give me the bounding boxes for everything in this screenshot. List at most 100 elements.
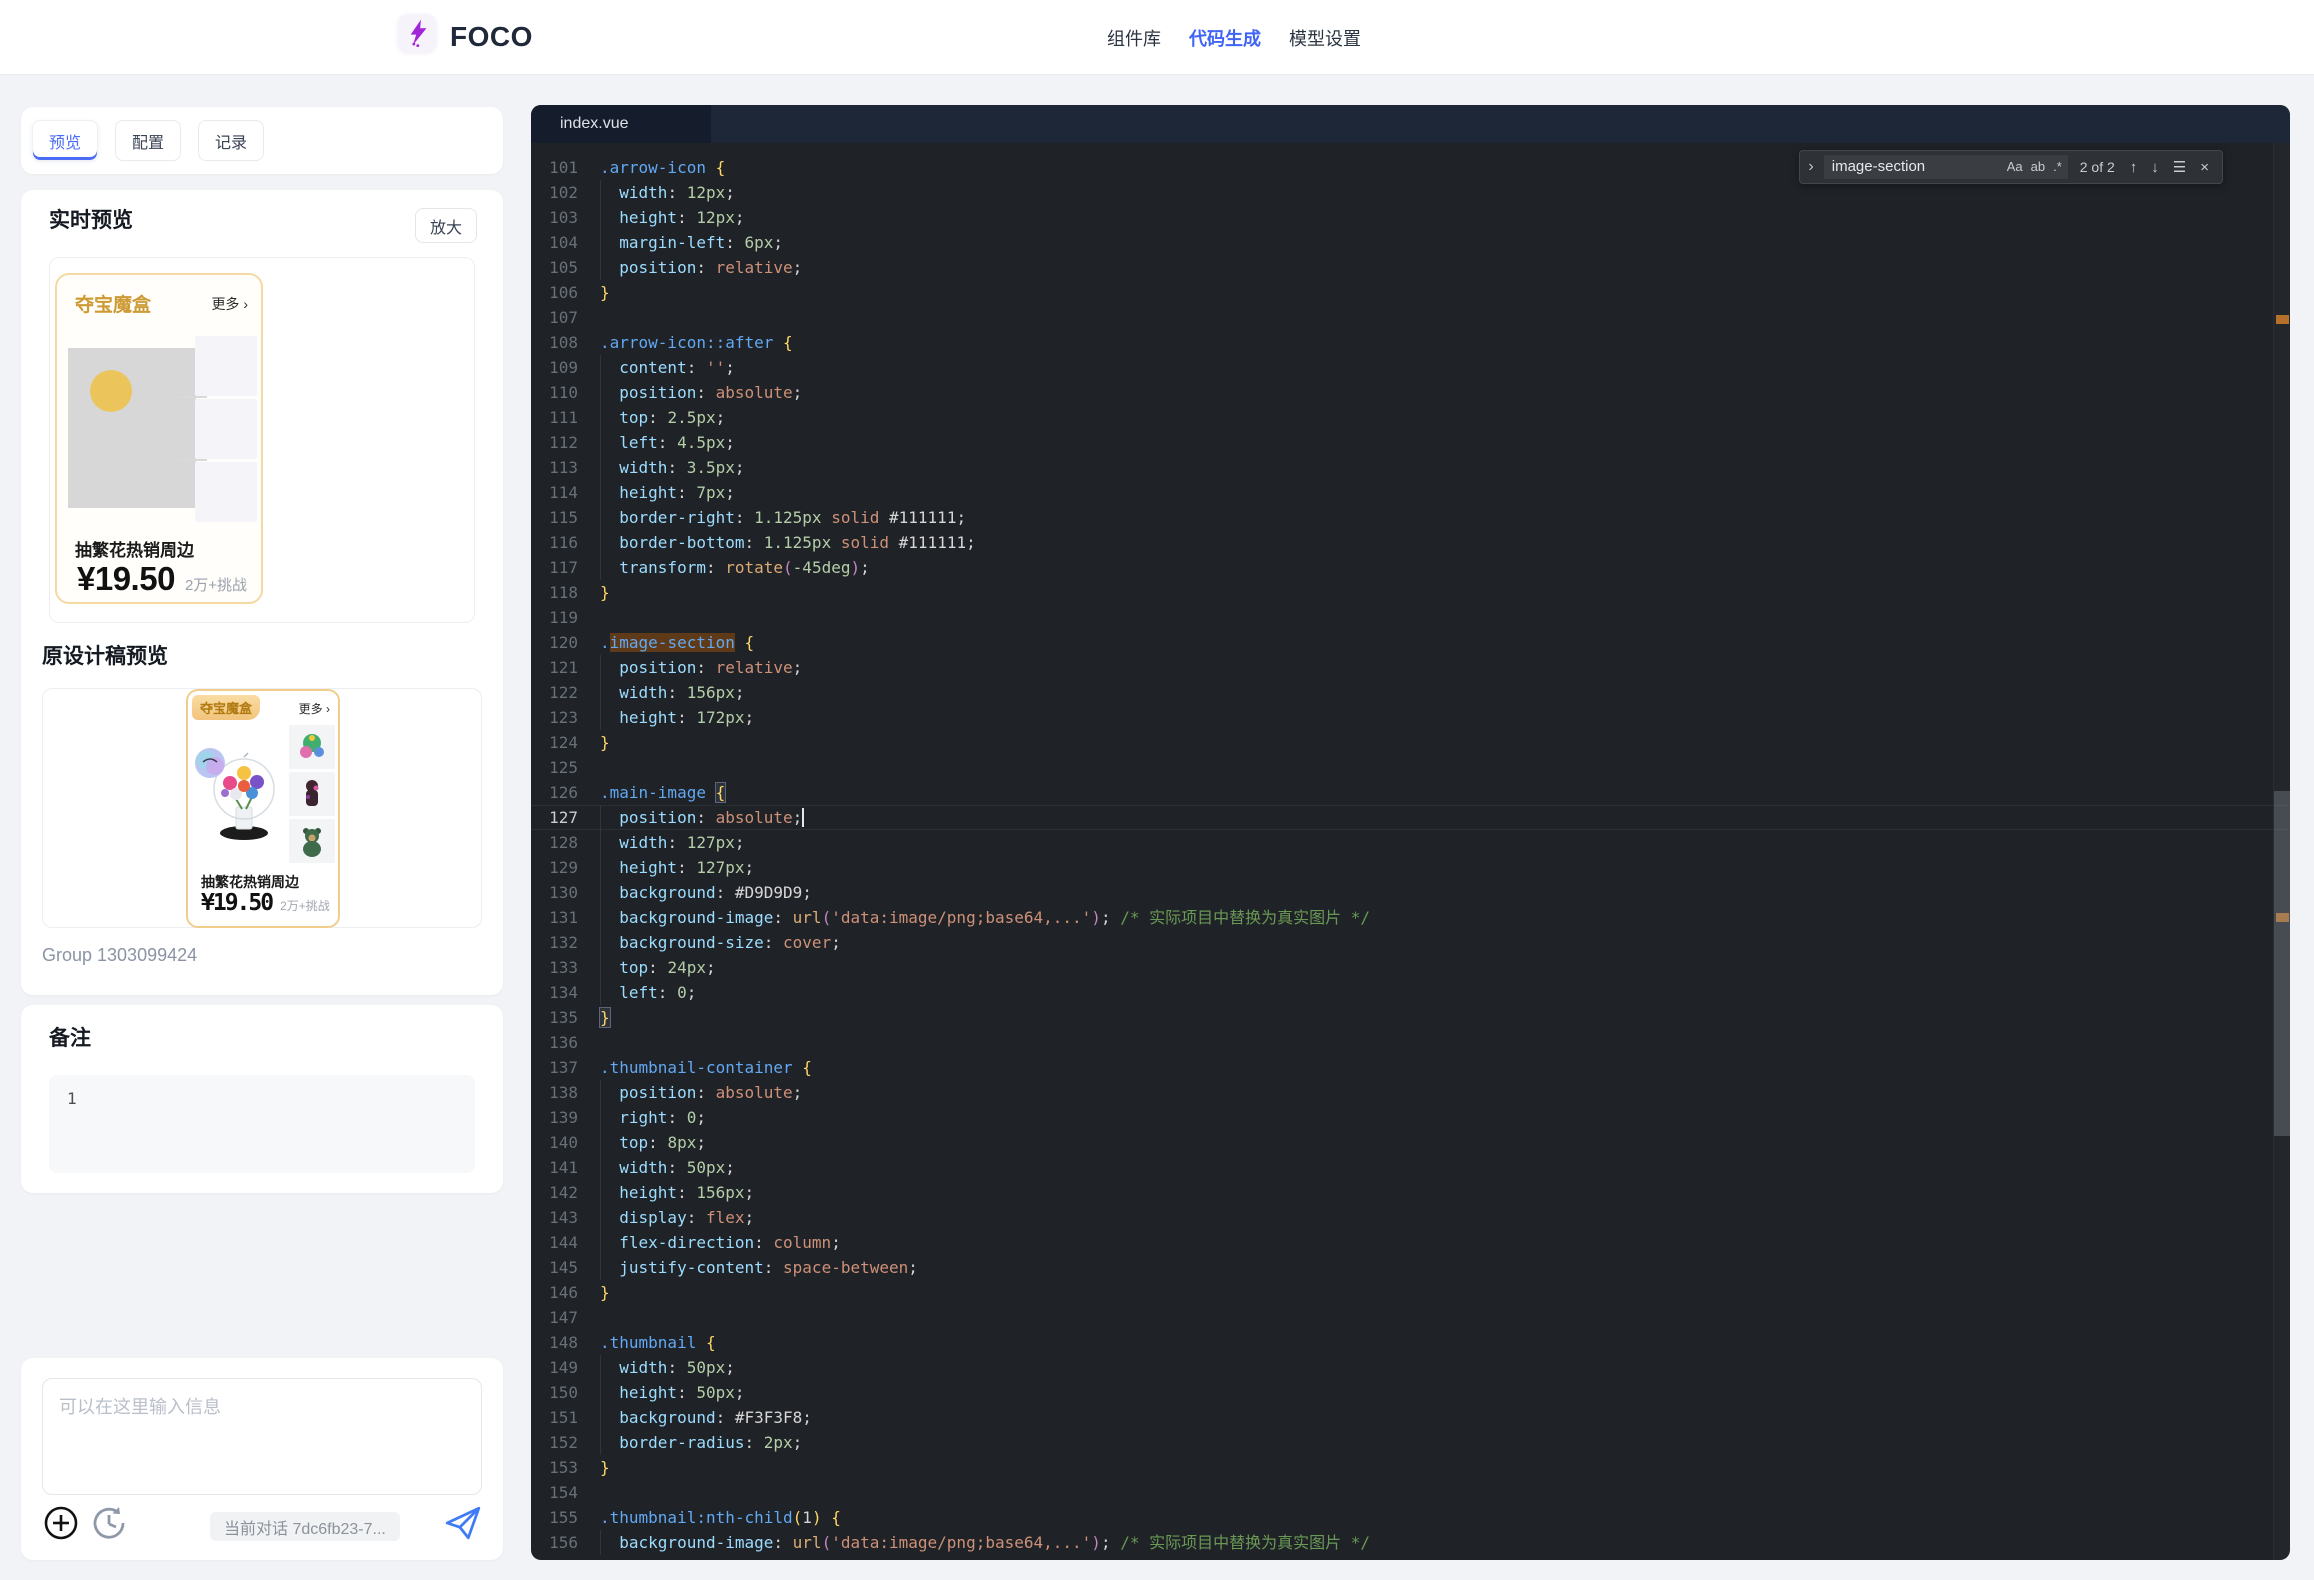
code-line[interactable]: 124}: [531, 730, 2290, 755]
code-line[interactable]: 106}: [531, 280, 2290, 305]
code-line[interactable]: 118}: [531, 580, 2290, 605]
code-line[interactable]: 141 width: 50px;: [531, 1155, 2290, 1180]
find-next-icon[interactable]: ↓: [2148, 159, 2162, 176]
code-line[interactable]: 125: [531, 755, 2290, 780]
code-line[interactable]: 144 flex-direction: column;: [531, 1230, 2290, 1255]
scrollbar-thumb[interactable]: [2274, 791, 2290, 1136]
code-area[interactable]: 101 .arrow-icon {102 width: 12px; 103 heig…: [531, 143, 2290, 1560]
line-text: width: 127px;: [619, 833, 745, 852]
code-line[interactable]: 145 justify-content: space-between;: [531, 1255, 2290, 1280]
find-in-selection-icon[interactable]: ☰: [2170, 158, 2189, 176]
code-line[interactable]: 131 background-image: url('data:image/pn…: [531, 905, 2290, 930]
code-line[interactable]: 120 .image-section {: [531, 630, 2290, 655]
line-text: margin-left: 6px;: [619, 233, 784, 252]
code-line[interactable]: 130 background: #D9D9D9;: [531, 880, 2290, 905]
sidebar-tabs-card: 预览 配置 记录: [21, 107, 503, 174]
code-line[interactable]: 156 background-image: url('data:image/pn…: [531, 1530, 2290, 1555]
code-line[interactable]: 111 top: 2.5px;: [531, 405, 2290, 430]
code-line[interactable]: 146}: [531, 1280, 2290, 1305]
code-line[interactable]: 112 left: 4.5px;: [531, 430, 2290, 455]
whole-word-icon[interactable]: ab: [2030, 155, 2046, 179]
code-line[interactable]: 135}: [531, 1005, 2290, 1030]
code-line[interactable]: 113 width: 3.5px;: [531, 455, 2290, 480]
price-row: ¥19.50 2万+挑战: [77, 560, 247, 598]
add-attachment-button[interactable]: [42, 1504, 80, 1542]
code-line[interactable]: 154: [531, 1480, 2290, 1505]
find-previous-icon[interactable]: ↑: [2127, 159, 2141, 176]
design-preview-image: 夺宝魔盒 更多 › 抽繁花热销周边 ¥19.50 2万+挑战: [186, 689, 340, 928]
code-line[interactable]: 136: [531, 1030, 2290, 1055]
line-number: 116: [549, 533, 578, 552]
code-line[interactable]: 140 top: 8px;: [531, 1130, 2290, 1155]
code-line[interactable]: 114 height: 7px;: [531, 480, 2290, 505]
notes-textarea[interactable]: 1: [49, 1075, 475, 1173]
code-line[interactable]: 147: [531, 1305, 2290, 1330]
nav-code-generation[interactable]: 代码生成: [1189, 25, 1261, 51]
code-line[interactable]: 132 background-size: cover;: [531, 930, 2290, 955]
line-text: .thumbnail-container {: [600, 1058, 812, 1077]
live-preview-component[interactable]: 夺宝魔盒 更多 › 抽繁花热销周边 ¥19.50 2万+挑战: [55, 273, 263, 604]
code-line[interactable]: 117 transform: rotate(-45deg);: [531, 555, 2290, 580]
tab-config[interactable]: 配置: [115, 120, 181, 161]
line-number: 132: [549, 933, 578, 952]
match-case-icon[interactable]: Aa: [2007, 155, 2023, 179]
code-line[interactable]: 119: [531, 605, 2290, 630]
line-text: display: flex;: [619, 1208, 755, 1227]
code-line[interactable]: 108 .arrow-icon::after {: [531, 330, 2290, 355]
code-line[interactable]: 134 left: 0;: [531, 980, 2290, 1005]
send-button[interactable]: [444, 1504, 482, 1542]
code-line[interactable]: 155 .thumbnail:nth-child(1) {: [531, 1505, 2290, 1530]
code-line[interactable]: 152 border-radius: 2px;: [531, 1430, 2290, 1455]
line-number: 112: [549, 433, 578, 452]
close-find-icon[interactable]: ×: [2197, 159, 2212, 176]
line-number: 114: [549, 483, 578, 502]
code-line[interactable]: 110 position: absolute;: [531, 380, 2290, 405]
code-line[interactable]: 121 position: relative;: [531, 655, 2290, 680]
line-number: 113: [549, 458, 578, 477]
code-line[interactable]: 123 height: 172px;: [531, 705, 2290, 730]
foco-logo-icon[interactable]: [398, 14, 436, 52]
code-line[interactable]: 150 height: 50px;: [531, 1380, 2290, 1405]
code-line[interactable]: 103 height: 12px;: [531, 205, 2290, 230]
code-line[interactable]: 133 top: 24px;: [531, 955, 2290, 980]
nav-component-library[interactable]: 组件库: [1107, 25, 1161, 51]
code-line[interactable]: 151 background: #F3F3F8;: [531, 1405, 2290, 1430]
code-line[interactable]: 143 display: flex;: [531, 1205, 2290, 1230]
chat-message-input[interactable]: [42, 1378, 482, 1495]
code-line[interactable]: 109 content: '';: [531, 355, 2290, 380]
editor-tab-index-vue[interactable]: index.vue: [531, 105, 711, 143]
code-line[interactable]: 139 right: 0;: [531, 1105, 2290, 1130]
tab-history[interactable]: 记录: [198, 120, 264, 161]
code-line[interactable]: 104 margin-left: 6px;: [531, 230, 2290, 255]
line-number: 124: [549, 733, 578, 752]
code-line[interactable]: 148 .thumbnail {: [531, 1330, 2290, 1355]
code-line[interactable]: 122 width: 156px;: [531, 680, 2290, 705]
code-line[interactable]: 138 position: absolute;: [531, 1080, 2290, 1105]
toggle-replace-chevron-icon[interactable]: ›: [1806, 158, 1815, 176]
tab-preview[interactable]: 预览: [32, 120, 98, 161]
history-button[interactable]: [90, 1504, 128, 1542]
line-text: height: 7px;: [619, 483, 735, 502]
find-input[interactable]: image-section Aa ab .*: [1823, 155, 2068, 179]
nav-model-settings[interactable]: 模型设置: [1289, 25, 1361, 51]
code-line[interactable]: 142 height: 156px;: [531, 1180, 2290, 1205]
search-match-marker: [2276, 315, 2289, 324]
code-line[interactable]: 116 border-bottom: 1.125px solid #111111…: [531, 530, 2290, 555]
code-line[interactable]: 107: [531, 305, 2290, 330]
code-line[interactable]: 153}: [531, 1455, 2290, 1480]
code-line[interactable]: 126 .main-image {: [531, 780, 2290, 805]
enlarge-button[interactable]: 放大: [415, 208, 477, 243]
regex-icon[interactable]: .*: [2053, 155, 2062, 179]
notes-content: 1: [67, 1089, 77, 1108]
line-number: 150: [549, 1383, 578, 1402]
code-line[interactable]: 127 position: absolute;: [531, 805, 2290, 830]
code-line[interactable]: 149 width: 50px;: [531, 1355, 2290, 1380]
session-badge[interactable]: 当前对话 7dc6fb23-7...: [210, 1512, 400, 1541]
code-line[interactable]: 129 height: 127px;: [531, 855, 2290, 880]
code-line[interactable]: 105 position: relative;: [531, 255, 2290, 280]
product-name: 抽繁花热销周边: [75, 541, 194, 560]
editor-scrollbar[interactable]: [2273, 143, 2290, 1560]
code-line[interactable]: 128 width: 127px;: [531, 830, 2290, 855]
code-line[interactable]: 115 border-right: 1.125px solid #111111;: [531, 505, 2290, 530]
code-line[interactable]: 137 .thumbnail-container {: [531, 1055, 2290, 1080]
